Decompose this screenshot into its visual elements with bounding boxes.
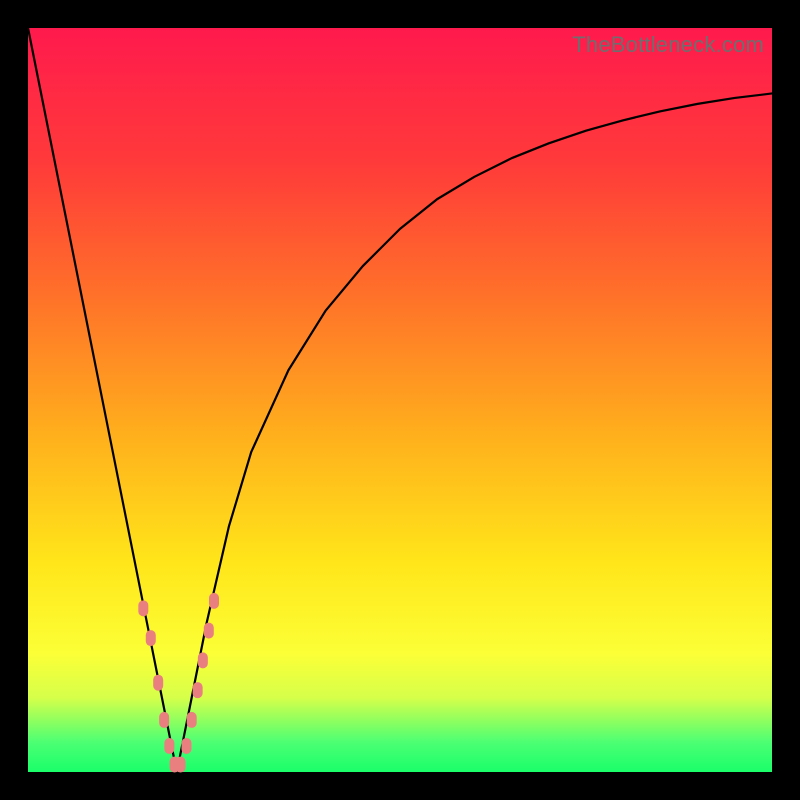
marker-point <box>153 675 163 691</box>
marker-point <box>164 738 174 754</box>
marker-point <box>181 738 191 754</box>
curve-layer <box>28 28 772 772</box>
marker-point <box>159 712 169 728</box>
marker-point <box>193 682 203 698</box>
bottleneck-curve <box>28 28 772 772</box>
marker-point <box>146 630 156 646</box>
marker-point <box>204 623 214 639</box>
marker-point <box>209 593 219 609</box>
marker-point <box>198 652 208 668</box>
marker-point <box>176 757 186 773</box>
chart-frame: TheBottleneck.com <box>0 0 800 800</box>
plot-area: TheBottleneck.com <box>28 28 772 772</box>
marker-point <box>138 600 148 616</box>
marker-point <box>187 712 197 728</box>
